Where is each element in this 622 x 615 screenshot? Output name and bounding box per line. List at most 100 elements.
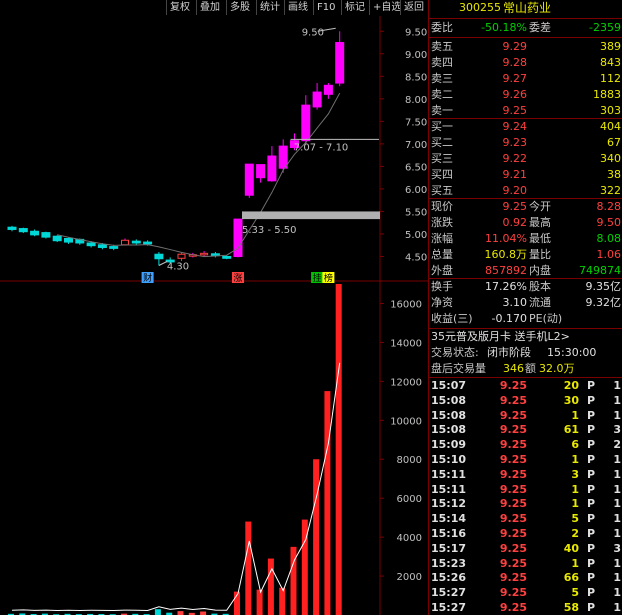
quote-panel: 300255 常山药业 委比 -50.18% 委差 -2359 卖五 9.29 …	[428, 0, 622, 615]
volume-bar	[256, 589, 263, 615]
candle-body	[109, 246, 119, 249]
ask-row[interactable]: 卖二 9.26 1883	[429, 87, 622, 103]
chart-toolbar: 复权 叠加 多股 统计 画线 F10 标记 +自选 返回	[0, 0, 428, 16]
candle-body	[323, 84, 333, 95]
candle-body	[222, 255, 232, 259]
candle-body	[154, 253, 164, 260]
stat-row: 外盘 857892 内盘 749874	[431, 264, 621, 277]
multi-stock-button[interactable]: 多股	[226, 0, 253, 15]
low-label: 4.30	[167, 261, 189, 272]
candle-body	[312, 91, 322, 108]
event-marker-label: 榜	[324, 272, 333, 284]
volume-tick-label: 6000	[397, 494, 422, 505]
candle-body	[131, 240, 141, 244]
price-tick-label: 5.00	[405, 230, 427, 241]
price-volume-chart[interactable]: 9.507.07 - 7.105.33 - 5.504.30财涨挂榜 9.509…	[0, 16, 428, 615]
volume-bar	[154, 609, 161, 615]
restore-rights-button[interactable]: 复权	[166, 0, 193, 15]
promo-banner[interactable]: 35元普及版月卡 送手机L2>	[429, 329, 622, 345]
candle-body	[256, 164, 266, 179]
tick-row: 15:12 9.25 1 P 1	[431, 497, 621, 511]
tick-row: 15:27 9.25 5 P 1	[431, 586, 621, 600]
event-marker-label: 财	[143, 272, 152, 284]
tick-row: 15:23 9.25 1 P 1	[431, 556, 621, 570]
candle-body	[233, 218, 243, 257]
trade-state-row: 交易状态: 闭市阶段 15:30:00	[431, 346, 597, 359]
gap-label: 7.07 - 7.10	[294, 142, 349, 153]
candle-body	[200, 252, 209, 256]
candle-body	[30, 230, 40, 236]
candle-body	[244, 163, 254, 196]
candle-body	[52, 235, 62, 242]
candle-body	[143, 241, 153, 245]
ask-row[interactable]: 卖五 9.29 389	[429, 39, 622, 55]
stat-row: 涨跌 0.92 最高 9.50	[431, 216, 621, 229]
price-tick-label: 9.00	[405, 50, 427, 61]
after-hours-row: 盘后交易量 346 额 32.0万	[431, 362, 575, 375]
candle-body	[86, 242, 96, 247]
price-tick-label: 4.50	[405, 252, 427, 263]
price-tick-label: 6.50	[405, 162, 427, 173]
volume-bar	[245, 521, 252, 615]
f10-button[interactable]: F10	[313, 0, 338, 15]
tick-row: 15:14 9.25 5 P 1	[431, 512, 621, 526]
tick-row: 15:08 9.25 1 P 1	[431, 408, 621, 422]
event-marker-label: 挂	[313, 272, 322, 284]
ask-row[interactable]: 卖三 9.27 112	[429, 71, 622, 87]
price-tick-label: 8.50	[405, 72, 427, 83]
stock-code: 300255	[459, 1, 501, 14]
weibi-value: -50.18%	[481, 21, 527, 34]
volume-tick-label: 2000	[397, 572, 422, 583]
bid-row[interactable]: 买五 9.20 322	[429, 183, 622, 199]
volume-tick-label: 14000	[390, 338, 422, 349]
fundamental-row: 净资 3.10 流通 9.32亿	[431, 296, 621, 309]
candle-body	[97, 244, 107, 248]
stat-row: 总量 160.8万 量比 1.06	[431, 248, 621, 261]
bid-row[interactable]: 买三 9.22 340	[429, 151, 622, 167]
candle-body	[301, 104, 311, 142]
candle-body	[18, 228, 28, 233]
stock-name: 常山药业	[503, 1, 552, 15]
price-tick-label: 5.50	[405, 207, 427, 218]
price-tick-label: 7.50	[405, 117, 427, 128]
back-button[interactable]: 返回	[400, 0, 427, 15]
fundamental-row: 换手 17.26% 股本 9.35亿	[431, 280, 621, 293]
mark-button[interactable]: 标记	[341, 0, 368, 15]
volume-bar	[200, 611, 207, 615]
moving-average-line	[57, 92, 341, 258]
volume-bar	[177, 611, 184, 615]
tick-row: 15:09 9.25 6 P 2	[431, 438, 621, 452]
fundamental-row: 收益(三) -0.170 PE(动)	[431, 312, 563, 325]
candle-body	[278, 145, 288, 169]
bid-row[interactable]: 买四 9.21 38	[429, 167, 622, 183]
candle-body	[41, 232, 51, 238]
stat-row: 现价 9.25 今开 8.28	[431, 200, 621, 213]
bid-row[interactable]: 买一 9.24 404	[429, 119, 622, 135]
weibi-row: 委比 -50.18% 委差 -2359	[431, 21, 621, 34]
ask-row[interactable]: 卖一 9.25 303	[429, 103, 622, 119]
bid-row[interactable]: 买二 9.23 67	[429, 135, 622, 151]
candle-body	[121, 239, 129, 246]
volume-axis: 16000 14000 12000 10000 8000 6000 4000 2000	[380, 299, 422, 583]
tick-row: 15:07 9.25 20 P 1	[431, 379, 621, 392]
statistics-button[interactable]: 统计	[256, 0, 283, 15]
volume-tick-label: 12000	[390, 377, 422, 388]
tick-row: 15:10 9.25 1 P 1	[431, 453, 621, 466]
tick-row: 15:26 9.25 66 P 1	[431, 571, 621, 585]
chart-grid	[0, 16, 428, 615]
tick-row: 15:16 9.25 2 P 1	[431, 527, 621, 540]
draw-line-button[interactable]: 画线	[284, 0, 311, 15]
volume-bar	[324, 391, 331, 615]
price-axis: 9.50 9.00 8.50 8.00 7.50 7.00 6.50 6.00 5.50 5.00…	[380, 27, 427, 263]
volume-bar	[335, 284, 342, 615]
overlay-button[interactable]: 叠加	[196, 0, 223, 15]
price-tick-label: 8.00	[405, 95, 427, 106]
candle-body	[267, 155, 277, 182]
tick-row: 15:27 9.25 58 P 1	[431, 601, 621, 614]
stock-title: 300255 常山药业	[429, 0, 622, 16]
high-label: 9.50	[302, 27, 324, 38]
ask-row[interactable]: 卖四 9.28 843	[429, 55, 622, 71]
tick-row: 15:08 9.25 61 P 3	[431, 423, 621, 437]
candle-body	[64, 237, 73, 243]
tick-row: 15:17 9.25 40 P 3	[431, 541, 621, 555]
